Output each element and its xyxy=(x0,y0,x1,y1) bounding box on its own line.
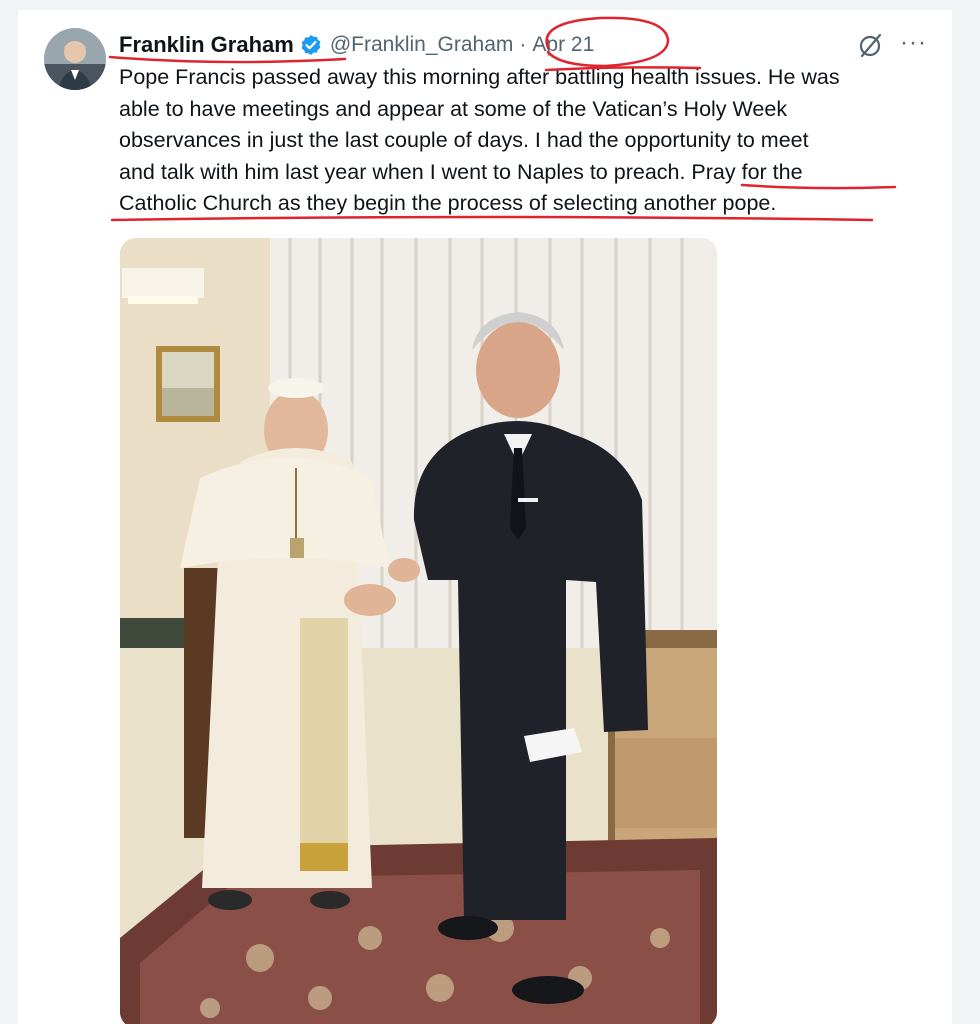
tweet-text-line: able to have meetings and appear at some… xyxy=(119,96,788,121)
photo-handshake-illustration xyxy=(120,238,717,1024)
author-avatar[interactable] xyxy=(44,28,106,90)
tweet-card[interactable]: Franklin Graham @Franklin_Graham · Apr 2… xyxy=(18,10,952,1024)
separator-dot: · xyxy=(519,33,527,56)
author-handle[interactable]: @Franklin_Graham xyxy=(330,33,514,57)
author-display-name[interactable]: Franklin Graham xyxy=(119,32,294,58)
tweet-date[interactable]: Apr 21 xyxy=(532,33,594,57)
tweet-text-line: Catholic Church as they begin the proces… xyxy=(119,191,777,215)
tweet-header: Franklin Graham @Franklin_Graham · Apr 2… xyxy=(119,30,594,60)
tweet-text: Pope Francis passed away this morning af… xyxy=(119,62,934,220)
verified-badge-icon[interactable] xyxy=(300,34,322,56)
tweet-text-line: observances in just the last couple of d… xyxy=(119,128,809,152)
grok-slash-icon[interactable] xyxy=(858,32,884,58)
tweet-text-line: and talk with him last year when I went … xyxy=(119,159,803,184)
avatar-photo xyxy=(44,28,106,90)
more-icon[interactable]: ··· xyxy=(900,30,927,56)
tweet-text-line: Pope Francis passed away this morning af… xyxy=(119,65,840,89)
tweet-photo[interactable] xyxy=(120,238,717,1024)
